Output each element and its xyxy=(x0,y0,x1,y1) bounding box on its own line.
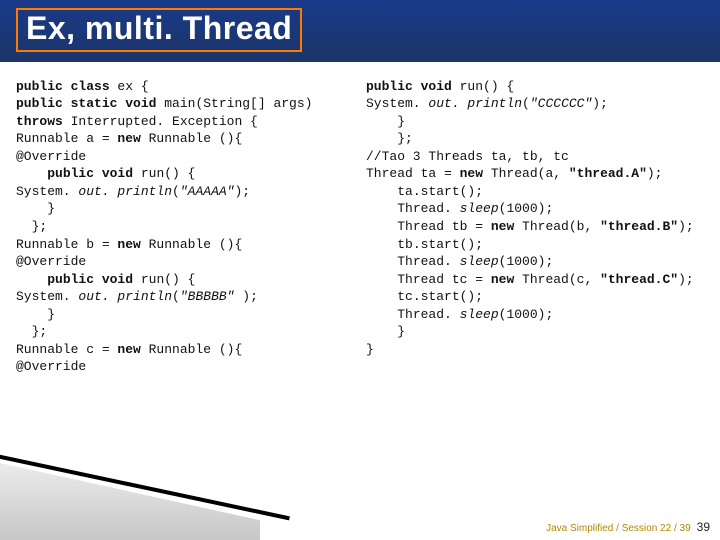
title-band: Ex, multi. Thread xyxy=(0,0,720,62)
code-left: public class ex { public static void mai… xyxy=(16,78,354,376)
slide-footer: Java Simplified / Session 22 / 39 39 xyxy=(546,520,710,534)
code-column-left: public class ex { public static void mai… xyxy=(16,78,354,532)
page-number: 39 xyxy=(697,520,710,534)
footer-text: Java Simplified / Session 22 / 39 xyxy=(546,523,691,534)
slide-root: Ex, multi. Thread public class ex { publ… xyxy=(0,0,720,540)
slide-body: public class ex { public static void mai… xyxy=(0,62,720,540)
slide-title: Ex, multi. Thread xyxy=(26,10,292,46)
code-column-right: public void run() { System. out. println… xyxy=(366,78,704,532)
title-outline: Ex, multi. Thread xyxy=(16,8,302,52)
code-right: public void run() { System. out. println… xyxy=(366,78,704,359)
